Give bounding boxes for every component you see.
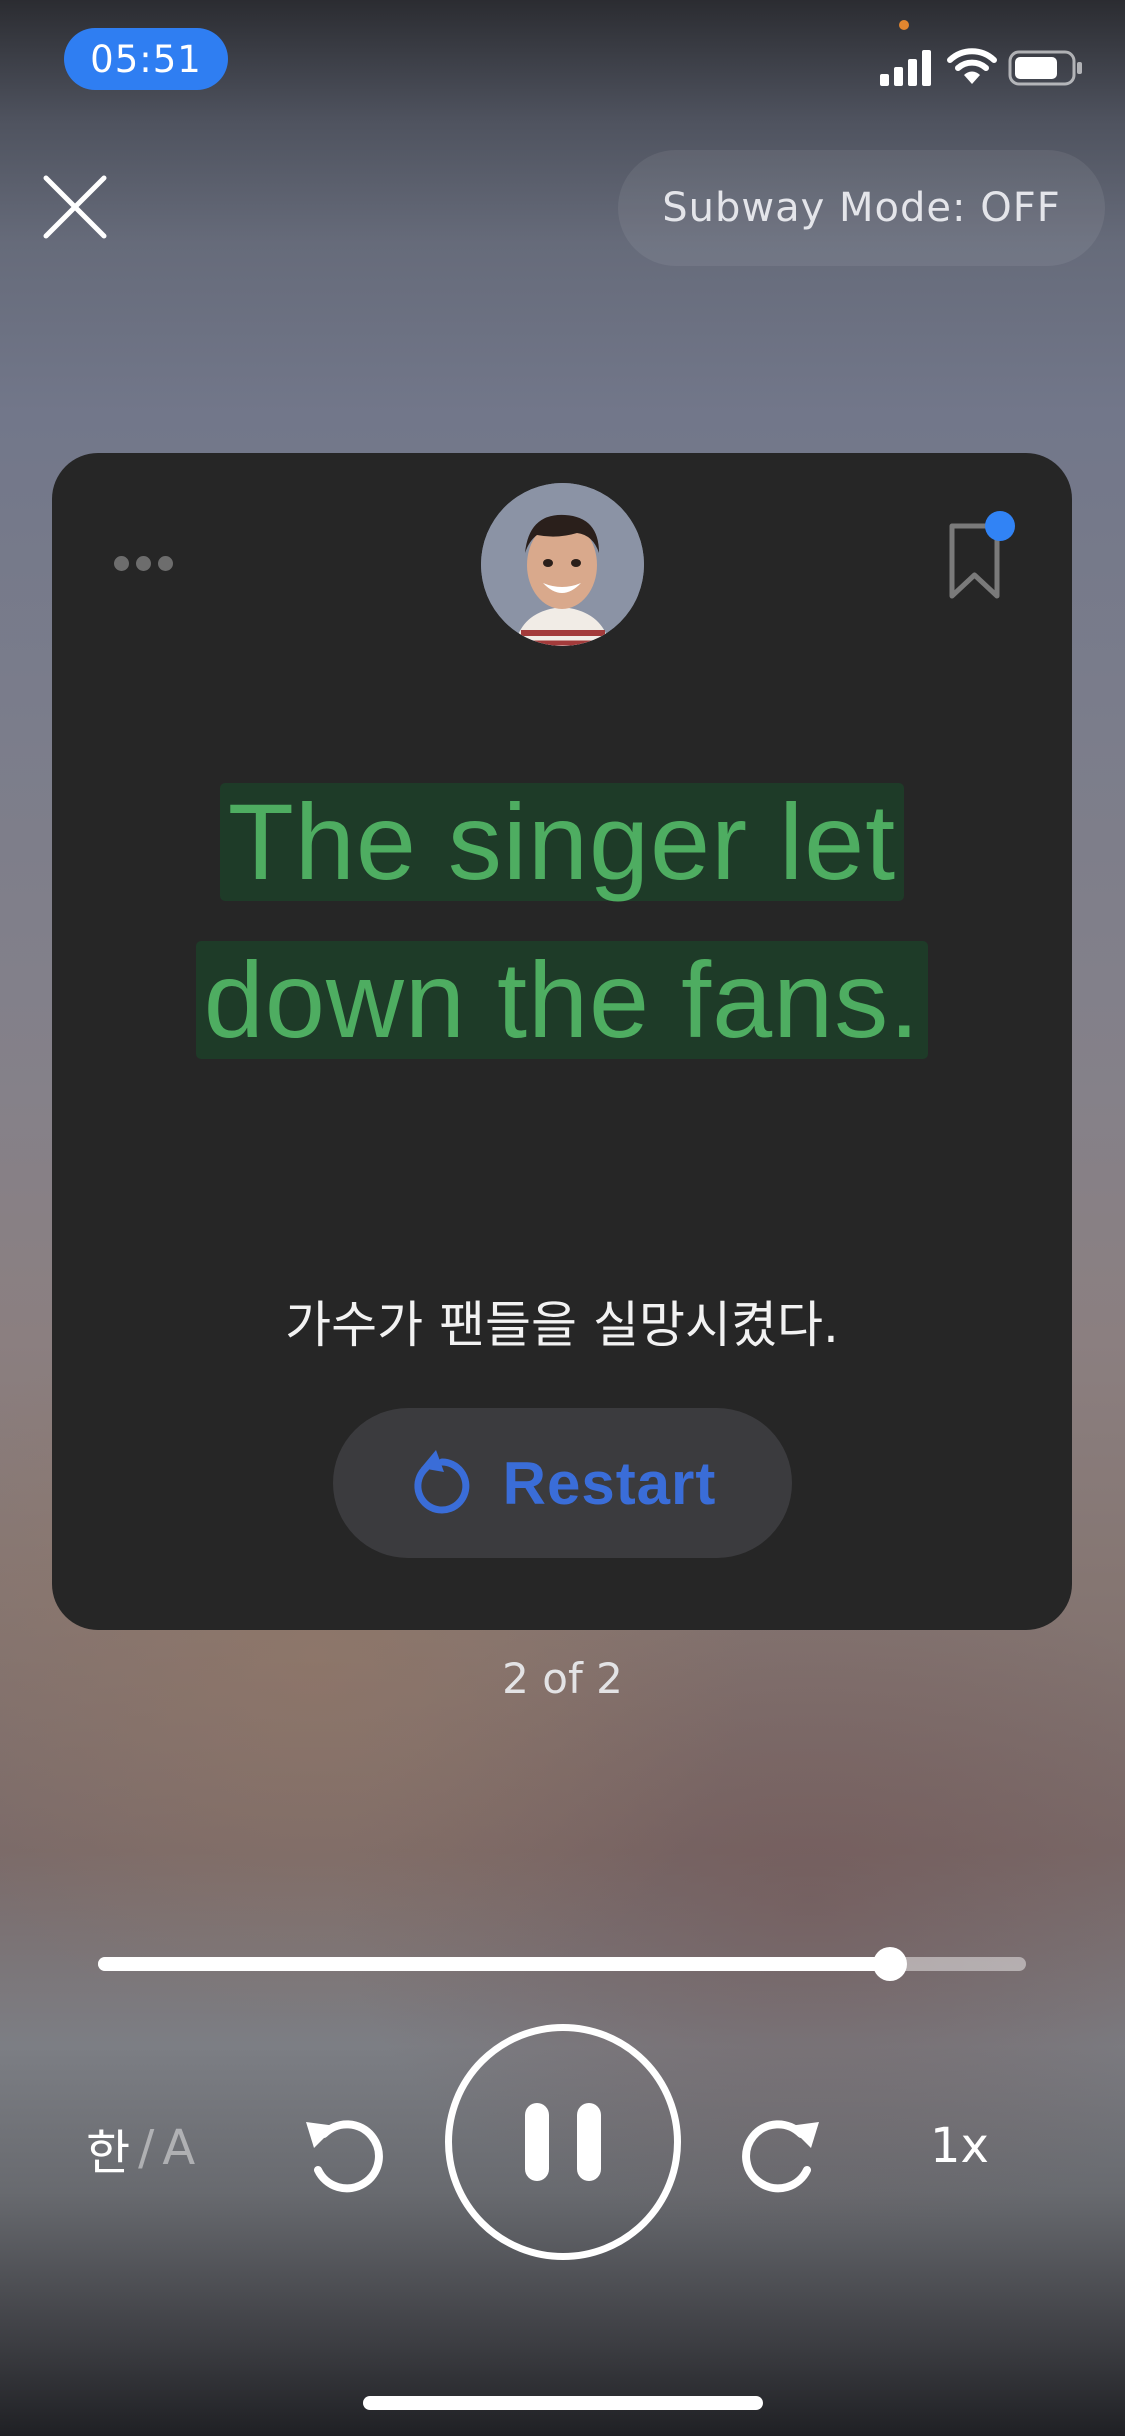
pause-icon (577, 2103, 601, 2181)
pause-button[interactable] (445, 2024, 681, 2260)
rewind-icon[interactable] (296, 2104, 392, 2200)
progress-fill (98, 1957, 890, 1971)
subway-mode-button[interactable]: Subway Mode: OFF (618, 150, 1105, 266)
playback-speed-button[interactable]: 1x (930, 2118, 989, 2174)
pause-icon (525, 2103, 549, 2181)
sentence-line: down the fans. (195, 941, 929, 1059)
close-icon[interactable] (40, 172, 110, 242)
playback-speed-label: 1x (930, 2118, 989, 2174)
bookmark-badge (985, 511, 1015, 541)
forward-icon[interactable] (733, 2104, 829, 2200)
page-counter: 2 of 2 (502, 1654, 623, 1703)
privacy-indicator-dot (899, 20, 909, 30)
language-toggle[interactable]: 한 / A (86, 2113, 195, 2183)
language-separator: / (138, 2120, 155, 2176)
restart-icon (414, 1450, 469, 1514)
restart-label: Restart (502, 1449, 717, 1517)
progress-thumb[interactable] (872, 1947, 907, 1981)
more-icon[interactable] (114, 548, 184, 578)
language-secondary: A (162, 2120, 196, 2176)
home-indicator (363, 2396, 763, 2410)
battery-icon (1008, 50, 1082, 86)
english-sentence: The singer let down the fans. (52, 783, 1072, 1059)
avatar (481, 483, 644, 646)
bookmark-button[interactable] (947, 511, 1017, 601)
subway-mode-label: Subway Mode: OFF (662, 185, 1061, 231)
status-time-text: 05:51 (90, 37, 202, 81)
status-time: 05:51 (64, 28, 228, 90)
sentence-card: The singer let down the fans. 가수가 팬들을 실망… (52, 453, 1072, 1630)
language-primary: 한 (86, 2125, 131, 2181)
wifi-icon (947, 48, 997, 84)
signal-icon (880, 50, 931, 86)
progress-slider[interactable] (98, 1947, 1026, 1981)
sentence-line: The singer let (219, 783, 905, 901)
korean-translation: 가수가 팬들을 실망시켰다. (285, 1296, 839, 1354)
restart-button[interactable]: Restart (333, 1408, 792, 1558)
